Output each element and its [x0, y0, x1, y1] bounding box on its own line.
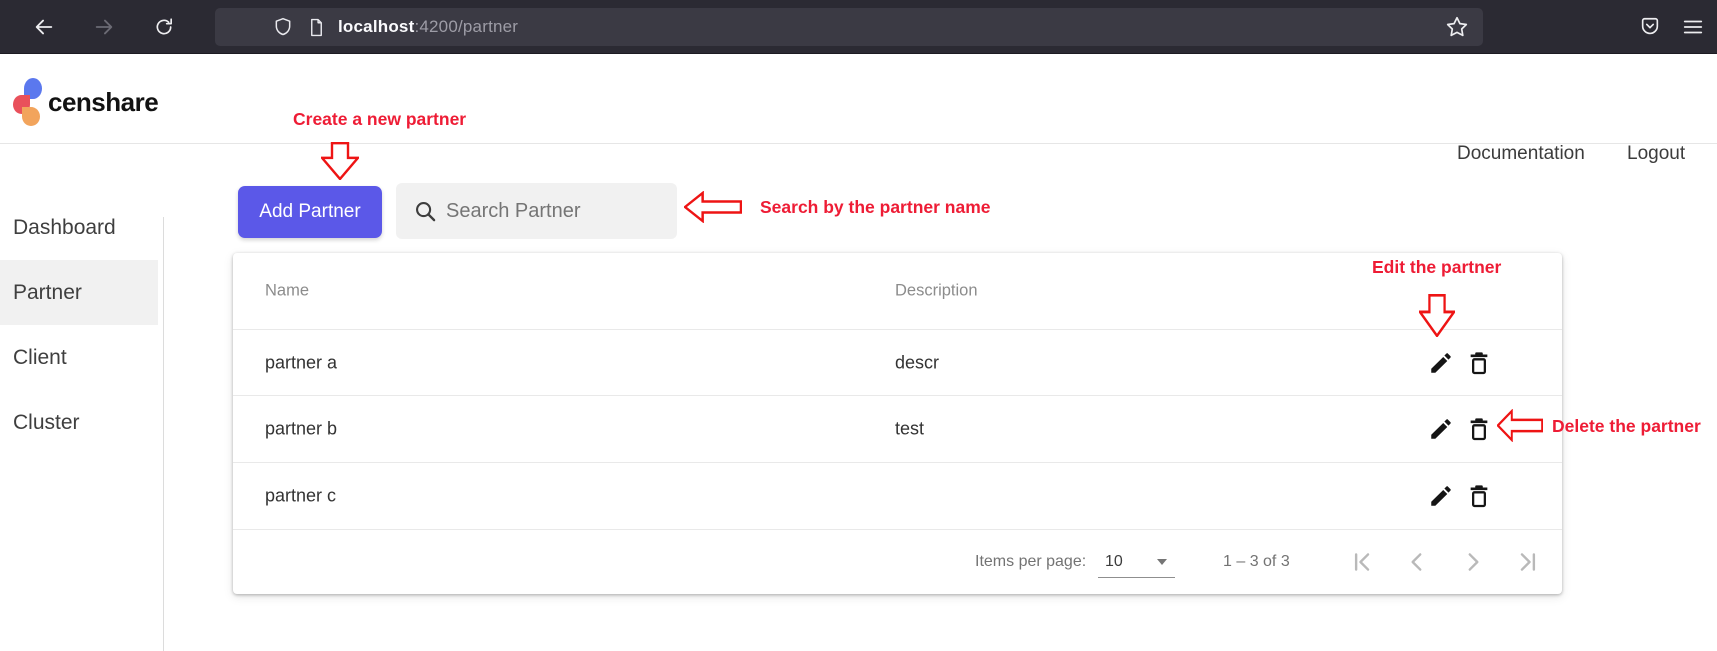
cell-name: partner a [265, 352, 337, 373]
sidebar-item-partner[interactable]: Partner [0, 260, 158, 325]
cell-name: partner c [265, 486, 336, 507]
reload-button[interactable] [150, 13, 178, 41]
table-row: partner a descr [233, 329, 1562, 395]
annotation-edit-partner: Edit the partner [1372, 257, 1501, 278]
cell-description: descr [895, 352, 939, 373]
pencil-icon [1428, 416, 1454, 442]
annotation-arrow-down-icon [1419, 294, 1455, 337]
search-partner-input[interactable] [446, 200, 666, 223]
bookmark-star-icon[interactable] [1445, 15, 1469, 44]
last-page-icon [1516, 549, 1542, 575]
chevron-down-icon [1157, 559, 1167, 565]
partner-table-card: Name Description partner a descr partner… [233, 253, 1562, 594]
url-text: localhost:4200/partner [338, 17, 518, 37]
table-row: partner c [233, 462, 1562, 529]
shield-icon[interactable] [273, 17, 293, 37]
annotation-arrow-down-icon [321, 142, 359, 180]
chevron-left-icon [1404, 549, 1430, 575]
page-info-icon[interactable] [307, 18, 326, 37]
sidebar-divider [163, 217, 164, 651]
column-header-name: Name [265, 282, 309, 301]
forward-button[interactable] [90, 13, 118, 41]
documentation-link[interactable]: Documentation [1457, 143, 1585, 165]
first-page-icon [1348, 549, 1374, 575]
forward-icon [93, 16, 115, 38]
delete-partner-button[interactable] [1466, 483, 1492, 509]
annotation-arrow-left-icon [1497, 409, 1543, 442]
trash-icon [1466, 416, 1492, 442]
edit-partner-button[interactable] [1428, 483, 1454, 509]
back-button[interactable] [30, 13, 58, 41]
trash-icon [1466, 350, 1492, 376]
search-partner-box[interactable] [396, 183, 677, 239]
url-bar[interactable]: localhost:4200/partner [215, 8, 1483, 46]
logout-link[interactable]: Logout [1627, 143, 1685, 165]
censhare-logo-icon [13, 78, 44, 126]
url-host: localhost [338, 17, 414, 36]
paginator-range-label: 1 – 3 of 3 [1223, 553, 1290, 571]
screen: localhost:4200/partner censhare Document… [0, 0, 1717, 651]
column-header-description: Description [895, 282, 978, 301]
edit-partner-button[interactable] [1428, 416, 1454, 442]
previous-page-button[interactable] [1397, 542, 1437, 582]
edit-partner-button[interactable] [1428, 350, 1454, 376]
table-header-row: Name Description [233, 253, 1562, 329]
page-size-value: 10 [1105, 553, 1123, 571]
cell-name: partner b [265, 419, 337, 440]
censhare-logo: censhare [13, 78, 158, 126]
back-icon [33, 16, 55, 38]
table-row: partner b test [233, 395, 1562, 462]
annotation-arrow-left-icon [684, 191, 742, 223]
logo-petal-orange [22, 107, 40, 126]
sidebar-item-cluster[interactable]: Cluster [0, 390, 158, 455]
reload-icon [154, 17, 174, 37]
brand-name: censhare [48, 87, 158, 118]
sidebar-item-dashboard[interactable]: Dashboard [0, 195, 158, 260]
delete-partner-button[interactable] [1466, 350, 1492, 376]
annotation-delete-partner: Delete the partner [1552, 416, 1701, 437]
paginator: Items per page: 10 1 – 3 of 3 [233, 529, 1562, 594]
menu-hamburger-icon[interactable] [1679, 13, 1707, 41]
browser-toolbar: localhost:4200/partner [0, 0, 1717, 54]
cell-description: test [895, 419, 924, 440]
delete-partner-button[interactable] [1466, 416, 1492, 442]
pocket-icon[interactable] [1636, 13, 1664, 41]
next-page-button[interactable] [1453, 542, 1493, 582]
annotation-create-partner: Create a new partner [293, 109, 466, 130]
annotation-search-partner: Search by the partner name [760, 197, 991, 218]
app-header: censhare Documentation Logout [0, 54, 1717, 144]
sidebar-item-client[interactable]: Client [0, 325, 158, 390]
url-path: :4200/partner [414, 17, 518, 36]
add-partner-button[interactable]: Add Partner [238, 186, 382, 238]
items-per-page-label: Items per page: [975, 553, 1086, 571]
last-page-button[interactable] [1509, 542, 1549, 582]
page-size-select[interactable]: 10 [1098, 546, 1175, 578]
chevron-right-icon [1460, 549, 1486, 575]
search-icon [414, 200, 437, 223]
trash-icon [1466, 483, 1492, 509]
pencil-icon [1428, 350, 1454, 376]
pencil-icon [1428, 483, 1454, 509]
first-page-button[interactable] [1341, 542, 1381, 582]
